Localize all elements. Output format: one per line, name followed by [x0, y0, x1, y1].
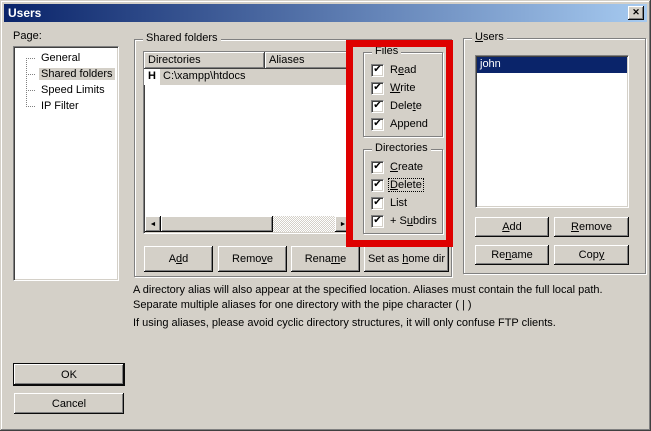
- check-icon: ✔: [373, 119, 381, 129]
- folder-remove-button[interactable]: Remove: [218, 246, 287, 272]
- page-item-shared-folders[interactable]: Shared folders: [14, 66, 118, 82]
- user-list-item[interactable]: john: [477, 57, 627, 73]
- shared-folders-group-label: Shared folders: [143, 32, 221, 44]
- column-header-aliases[interactable]: Aliases: [265, 52, 352, 69]
- set-as-home-dir-button[interactable]: Set as home dir: [364, 246, 449, 272]
- check-icon: ✔: [373, 198, 381, 208]
- page-list: General Shared folders Speed Limits IP F…: [13, 46, 119, 281]
- page-item-label: Speed Limits: [39, 84, 107, 96]
- files-append-option[interactable]: ✔ Append: [364, 115, 442, 133]
- dirs-list-option[interactable]: ✔ List: [364, 194, 442, 212]
- cancel-button[interactable]: Cancel: [14, 393, 124, 414]
- dirs-list-checkbox[interactable]: ✔: [371, 197, 384, 210]
- user-add-button[interactable]: Add: [475, 217, 549, 237]
- checkbox-label: Append: [389, 118, 429, 130]
- page-item-speed-limits[interactable]: Speed Limits: [14, 82, 118, 98]
- close-icon: ✕: [632, 8, 640, 17]
- table-row[interactable]: H C:\xampp\htdocs: [144, 69, 352, 85]
- files-append-checkbox[interactable]: ✔: [371, 118, 384, 131]
- files-write-checkbox[interactable]: ✔: [371, 82, 384, 95]
- users-group: Users john Add Remove Rename Copy: [463, 38, 646, 274]
- page-item-label: General: [39, 52, 82, 64]
- scroll-right-button[interactable]: ►: [335, 216, 351, 232]
- files-write-option[interactable]: ✔ Write: [364, 79, 442, 97]
- alias-help-paragraph-1: A directory alias will also appear at th…: [133, 283, 645, 313]
- horizontal-scrollbar[interactable]: ◄ ►: [145, 216, 351, 232]
- alias-help-paragraph-2: If using aliases, please avoid cyclic di…: [133, 316, 645, 331]
- files-delete-option[interactable]: ✔ Delete: [364, 97, 442, 115]
- files-permissions-group: Files ✔ Read ✔ Write ✔ Delete ✔ Append: [363, 52, 443, 137]
- folder-add-button[interactable]: Add: [144, 246, 213, 272]
- user-rename-button[interactable]: Rename: [475, 245, 549, 265]
- check-icon: ✔: [373, 162, 381, 172]
- ok-button[interactable]: OK: [14, 364, 124, 385]
- scrollbar-track[interactable]: [273, 216, 335, 232]
- checkbox-label: Read: [389, 64, 417, 76]
- dirs-create-checkbox[interactable]: ✔: [371, 161, 384, 174]
- folder-rename-button[interactable]: Rename: [291, 246, 360, 272]
- checkbox-label: Create: [389, 161, 424, 173]
- users-list: john: [475, 55, 629, 208]
- check-icon: ✔: [373, 180, 381, 190]
- files-read-option[interactable]: ✔ Read: [364, 61, 442, 79]
- checkbox-label: + Subdirs: [389, 215, 438, 227]
- dirs-subdirs-checkbox[interactable]: ✔: [371, 215, 384, 228]
- page-item-ip-filter[interactable]: IP Filter: [14, 98, 118, 114]
- scrollbar-thumb[interactable]: [161, 216, 273, 232]
- title-bar: Users ✕: [4, 4, 647, 22]
- alias-help-text: A directory alias will also appear at th…: [133, 283, 645, 334]
- files-read-checkbox[interactable]: ✔: [371, 64, 384, 77]
- check-icon: ✔: [373, 65, 381, 75]
- page-item-label: IP Filter: [39, 100, 81, 112]
- dirs-delete-option[interactable]: ✔ Delete: [364, 176, 442, 194]
- checkbox-label: List: [389, 197, 408, 209]
- dirs-create-option[interactable]: ✔ Create: [364, 158, 442, 176]
- home-marker: H: [144, 69, 160, 85]
- scroll-right-icon: ►: [340, 221, 347, 228]
- check-icon: ✔: [373, 101, 381, 111]
- dirs-subdirs-option[interactable]: ✔ + Subdirs: [364, 212, 442, 230]
- check-icon: ✔: [373, 216, 381, 226]
- directories-permissions-group: Directories ✔ Create ✔ Delete ✔ List ✔ +…: [363, 149, 443, 234]
- user-remove-button[interactable]: Remove: [554, 217, 629, 237]
- user-copy-button[interactable]: Copy: [554, 245, 629, 265]
- directory-path: C:\xampp\htdocs: [160, 69, 352, 85]
- shared-folders-table: Directories Aliases H C:\xampp\htdocs ◄ …: [143, 51, 353, 234]
- checkbox-label: Delete: [389, 100, 423, 112]
- table-header: Directories Aliases: [144, 52, 352, 69]
- users-group-label: Users: [472, 31, 507, 43]
- close-button[interactable]: ✕: [628, 6, 644, 20]
- page-item-label: Shared folders: [39, 68, 115, 80]
- dirs-delete-checkbox[interactable]: ✔: [371, 179, 384, 192]
- checkbox-label: Delete: [388, 178, 424, 192]
- check-icon: ✔: [373, 83, 381, 93]
- directories-group-label: Directories: [372, 142, 431, 154]
- checkbox-label: Write: [389, 82, 416, 94]
- scroll-left-button[interactable]: ◄: [145, 216, 161, 232]
- files-delete-checkbox[interactable]: ✔: [371, 100, 384, 113]
- users-dialog: Users ✕ Page: General Shared folders Spe…: [0, 0, 651, 431]
- column-header-directories[interactable]: Directories: [144, 52, 265, 69]
- page-label: Page:: [13, 30, 42, 42]
- page-item-general[interactable]: General: [14, 50, 118, 66]
- scroll-left-icon: ◄: [150, 221, 157, 228]
- files-group-label: Files: [372, 45, 401, 57]
- window-title: Users: [4, 6, 41, 20]
